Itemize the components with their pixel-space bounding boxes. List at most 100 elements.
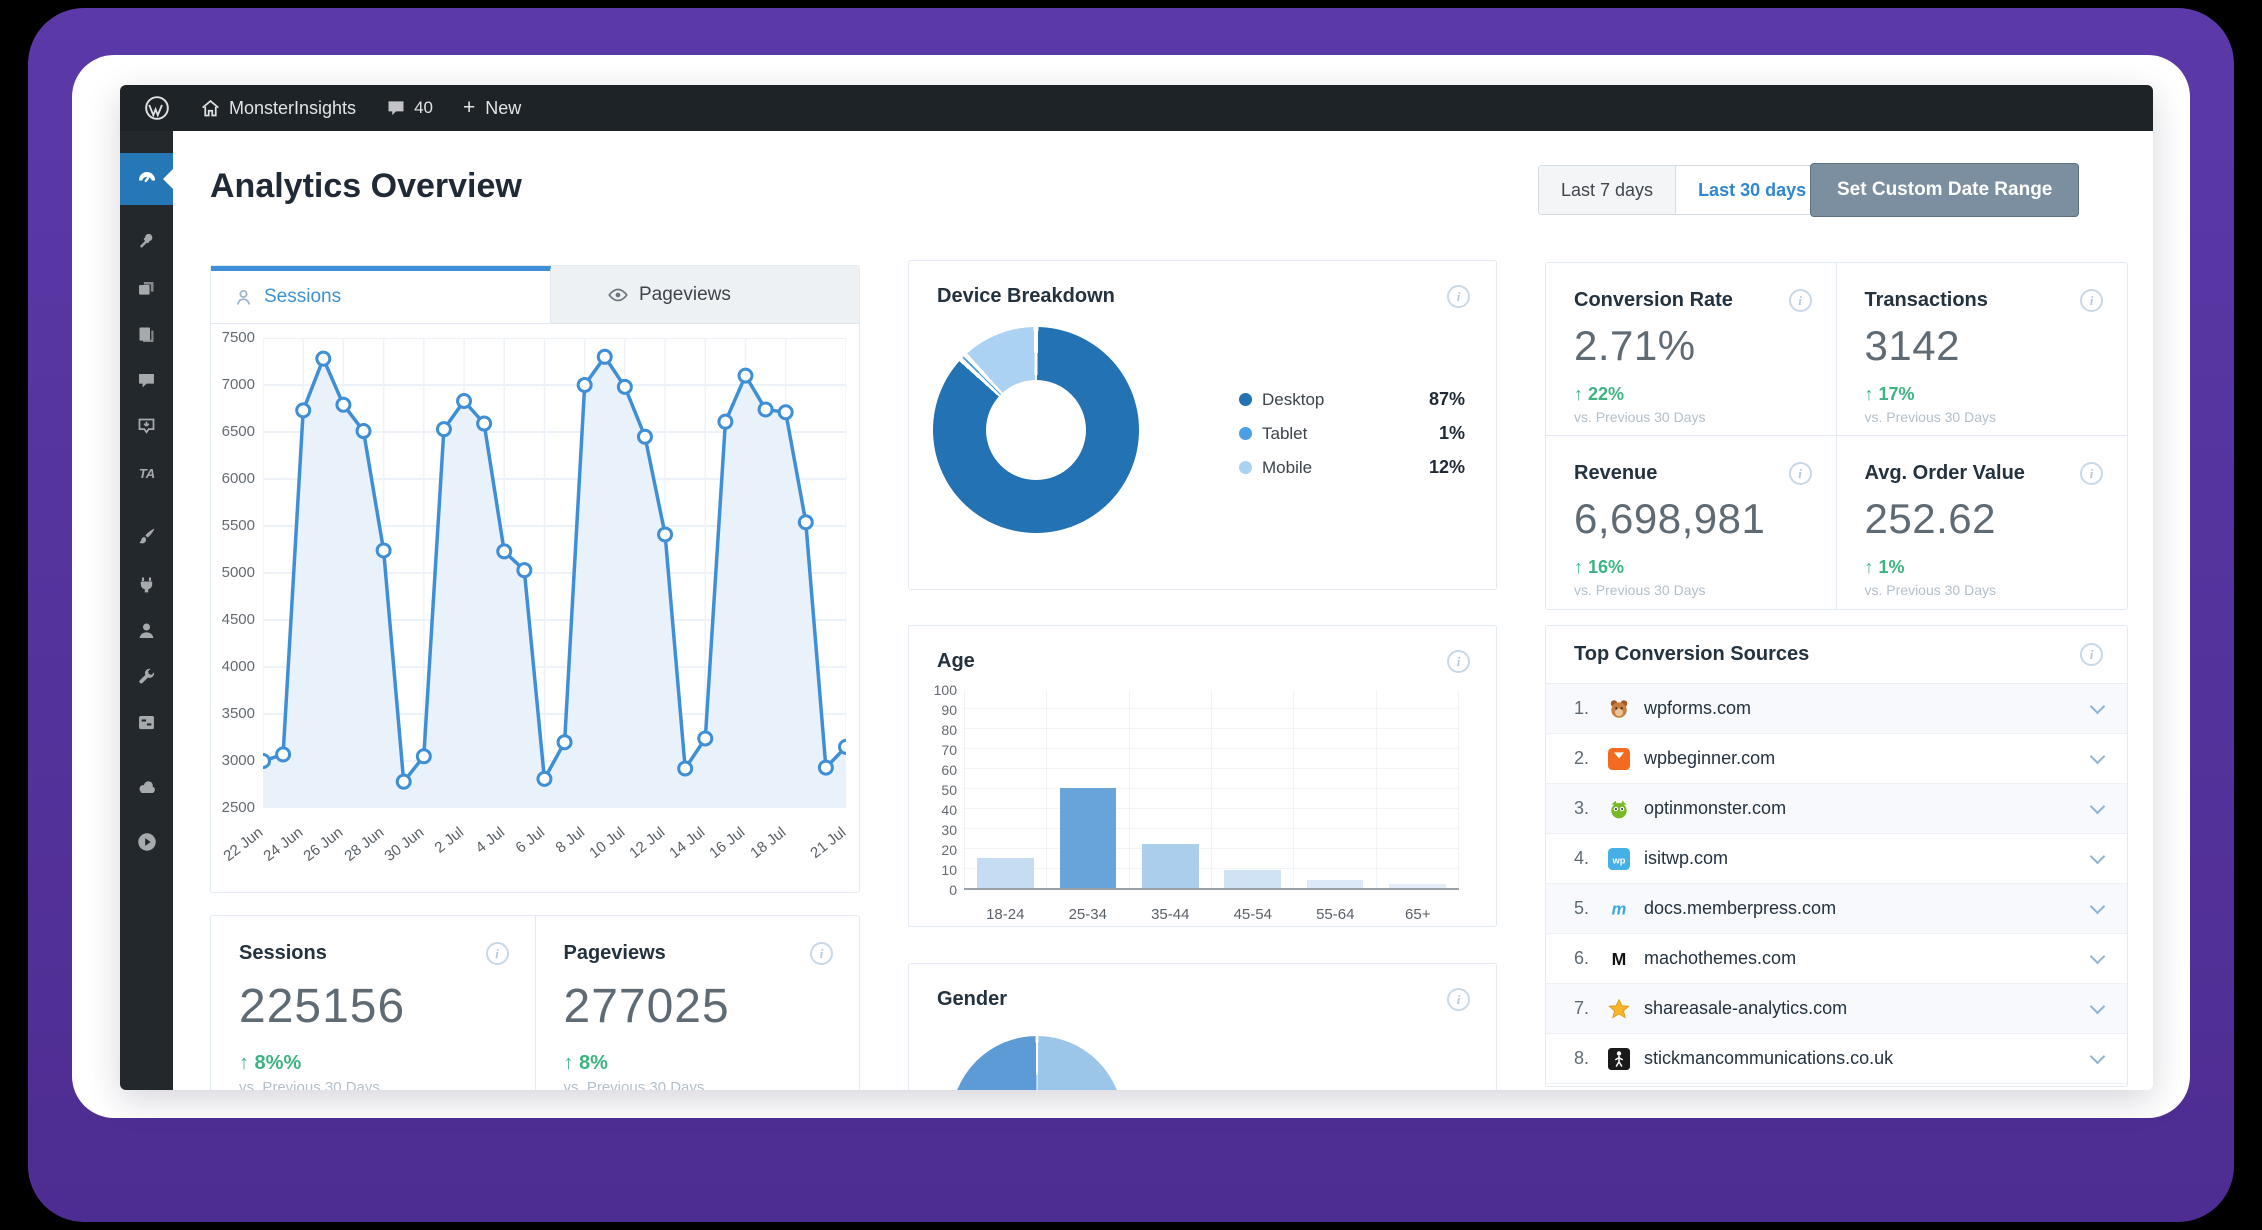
sidebar-item-appearance[interactable] — [120, 526, 173, 547]
revenue-stat-card: Revenue 6,698,981 ↑ 16% vs. Previous 30 … — [1546, 436, 1837, 609]
cloud-icon — [136, 776, 158, 798]
info-icon[interactable] — [1447, 285, 1470, 308]
y-tick-label: 4000 — [211, 658, 255, 675]
y-tick-label: 3500 — [211, 705, 255, 722]
y-tick-label: 2500 — [211, 799, 255, 816]
wordpress-logo-icon[interactable] — [134, 85, 180, 131]
chevron-down-icon[interactable] — [2090, 698, 2106, 714]
conversion-rate-label: Conversion Rate — [1574, 289, 1733, 312]
plugin-icon — [136, 574, 157, 595]
pin-icon — [136, 231, 157, 252]
age-y-tick: 40 — [941, 802, 957, 818]
sidebar-item-insights-addons[interactable] — [120, 776, 173, 798]
source-rank: 8. — [1574, 1048, 1608, 1069]
source-domain: machothemes.com — [1644, 948, 2092, 969]
info-icon[interactable] — [1789, 462, 1812, 485]
x-tick-label: 16 Jul — [707, 824, 749, 862]
conversion-source-row[interactable]: 2. wpbeginner.com — [1546, 734, 2127, 784]
person-icon — [233, 287, 254, 308]
new-menu-item[interactable]: + New — [453, 85, 531, 131]
tab-sessions[interactable]: Sessions — [211, 266, 551, 323]
revenue-value: 6,698,981 — [1574, 495, 1812, 543]
x-tick-label: 18 Jul — [747, 824, 789, 862]
x-tick-label: 28 Jun — [341, 824, 387, 865]
sessions-line-chart: 2500300035004000450050005500600065007000… — [211, 324, 859, 893]
comments-menu-item[interactable]: 40 — [376, 85, 443, 131]
conversion-source-row[interactable]: 3. optinmonster.com — [1546, 784, 2127, 834]
wp-admin-bar: MonsterInsights 40 + New — [120, 85, 2153, 131]
info-icon[interactable] — [810, 942, 833, 965]
age-bar-column — [1293, 690, 1375, 888]
chevron-down-icon[interactable] — [2090, 848, 2106, 864]
chevron-down-icon[interactable] — [2090, 998, 2106, 1014]
conversion-source-row[interactable]: 6. M machothemes.com — [1546, 934, 2127, 984]
x-tick-label: 26 Jun — [301, 824, 347, 865]
sidebar-item-posts[interactable] — [120, 231, 173, 252]
users-icon — [136, 620, 157, 641]
info-icon[interactable] — [2080, 643, 2103, 666]
chevron-down-icon[interactable] — [2090, 748, 2106, 764]
conversion-rate-change: ↑ 22% — [1574, 384, 1812, 405]
info-icon[interactable] — [1789, 289, 1812, 312]
conversion-source-row[interactable]: 4. wp isitwp.com — [1546, 834, 2127, 884]
chevron-down-icon[interactable] — [2090, 798, 2106, 814]
y-tick-label: 3000 — [211, 752, 255, 769]
source-rank: 2. — [1574, 748, 1608, 769]
info-icon[interactable] — [1447, 988, 1470, 1011]
device-breakdown-card: Device Breakdown Desktop 87% Tablet 1% — [908, 260, 1497, 590]
sidebar-item-comments[interactable] — [120, 370, 173, 391]
source-rank: 1. — [1574, 698, 1608, 719]
sessions-stat-vs: vs. Previous 30 Days — [239, 1079, 509, 1090]
conversion-source-row[interactable]: 1. wpforms.com — [1546, 684, 2127, 734]
legend-label: Mobile — [1262, 458, 1429, 478]
device-donut-chart — [933, 327, 1139, 533]
tab-sessions-label: Sessions — [264, 286, 341, 308]
last-7-days-button[interactable]: Last 7 days — [1539, 166, 1676, 214]
chevron-down-icon[interactable] — [2090, 948, 2106, 964]
source-domain: isitwp.com — [1644, 848, 2092, 869]
optinmonster-favicon — [1608, 798, 1630, 820]
conversion-sources-list: 1. wpforms.com 2. wpbeginner.com 3. opti… — [1546, 684, 2127, 1084]
info-icon[interactable] — [2080, 289, 2103, 312]
plus-icon: + — [463, 96, 475, 120]
sidebar-item-users[interactable] — [120, 620, 173, 641]
last-30-days-button[interactable]: Last 30 days — [1676, 166, 1828, 214]
info-icon[interactable] — [2080, 462, 2103, 485]
source-rank: 5. — [1574, 898, 1608, 919]
age-y-tick: 80 — [941, 722, 957, 738]
sidebar-item-monsterinsights[interactable] — [120, 153, 173, 205]
conversion-source-row[interactable]: 8. stickmancommunications.co.uk — [1546, 1034, 2127, 1084]
source-rank: 4. — [1574, 848, 1608, 869]
tab-pageviews[interactable]: Pageviews — [551, 266, 859, 323]
conversion-source-row[interactable]: 7. shareasale-analytics.com — [1546, 984, 2127, 1034]
sidebar-item-pages[interactable] — [120, 324, 173, 345]
sidebar-item-downloads[interactable] — [120, 416, 173, 437]
sidebar-item-media[interactable] — [120, 278, 173, 299]
info-icon[interactable] — [486, 942, 509, 965]
sidebar-item-plugins[interactable] — [120, 574, 173, 595]
age-bar — [1142, 844, 1199, 888]
y-tick-label: 5500 — [211, 517, 255, 534]
age-bar — [1060, 788, 1117, 888]
age-card: Age 0102030405060708090100 18-2425-3435-… — [908, 625, 1497, 927]
sidebar-collapse-menu[interactable] — [120, 831, 173, 853]
set-custom-date-range-button[interactable]: Set Custom Date Range — [1810, 163, 2079, 217]
age-bar — [1389, 884, 1446, 888]
age-y-tick: 60 — [941, 762, 957, 778]
x-tick-label: 4 Jul — [472, 824, 507, 857]
sidebar-item-thirstyaffiliates[interactable]: TA — [120, 462, 173, 484]
site-menu-item[interactable]: MonsterInsights — [190, 85, 366, 131]
conversion-source-row[interactable]: 5. m docs.memberpress.com — [1546, 884, 2127, 934]
legend-label: Tablet — [1262, 424, 1439, 444]
chevron-down-icon[interactable] — [2090, 898, 2106, 914]
site-name: MonsterInsights — [229, 98, 356, 119]
age-bar-column — [1129, 690, 1211, 888]
svg-text:M: M — [1612, 949, 1627, 969]
chevron-down-icon[interactable] — [2090, 1048, 2106, 1064]
sidebar-item-settings[interactable] — [120, 712, 173, 733]
source-domain: wpbeginner.com — [1644, 748, 2092, 769]
info-icon[interactable] — [1447, 650, 1470, 673]
sidebar-item-tools[interactable] — [120, 666, 173, 687]
comments-icon — [136, 370, 157, 391]
age-y-tick: 100 — [934, 682, 957, 698]
